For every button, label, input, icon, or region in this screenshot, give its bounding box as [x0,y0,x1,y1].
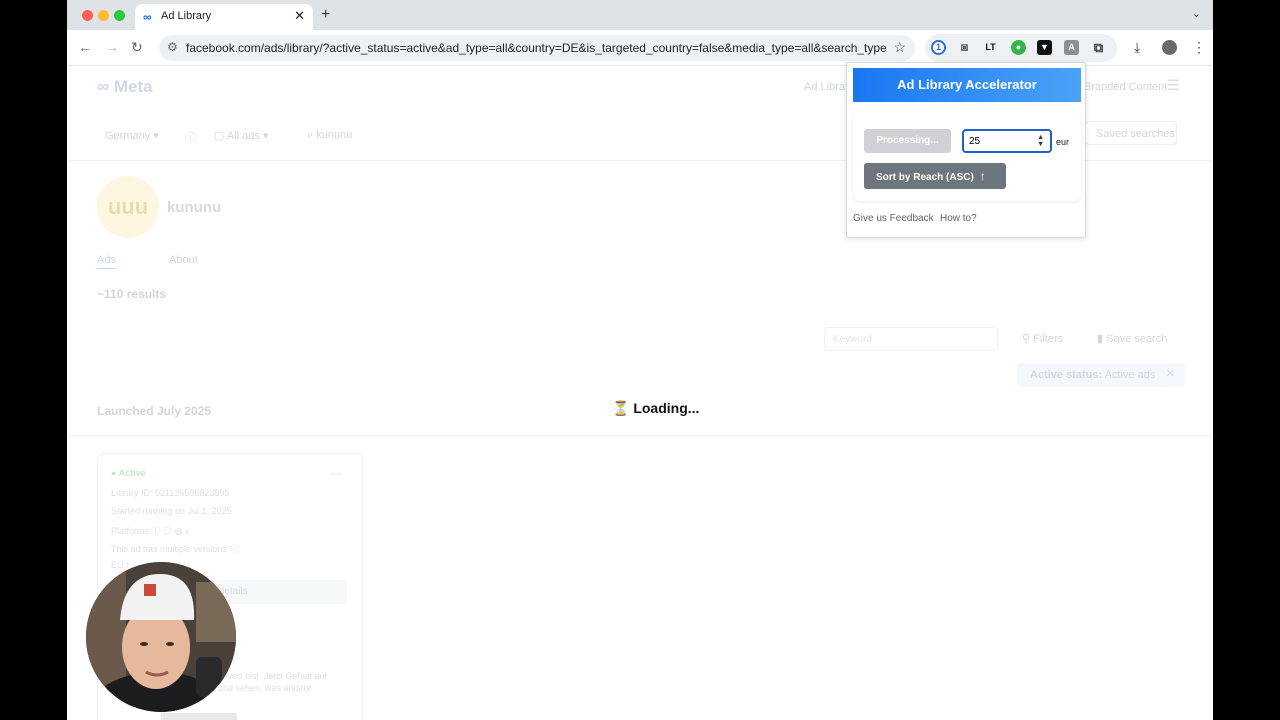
popup-controls: Processing... 25 ▲ ▼ eur Sort by Reach (A… [853,111,1081,201]
reload-button[interactable]: ↻ [131,39,143,56]
search-field[interactable]: ⌕ kununu [307,129,352,142]
webcam-person-image [86,562,236,712]
tab-strip: ∞ Ad Library ✕ + ⌄ [67,0,1213,30]
loading-indicator: ⏳ Loading... [612,400,699,417]
amount-value: 25 [969,136,981,147]
menu-icon[interactable]: ☰ [1167,77,1180,94]
address-bar[interactable]: ⚙ facebook.com/ads/library/?active_statu… [159,35,915,61]
status-badge: ● Active [111,468,146,478]
new-tab-button[interactable]: + [321,6,330,24]
bookmark-star-icon[interactable]: ☆ [893,39,906,56]
meta-logo[interactable]: ∞ Meta [97,77,153,97]
more-options-icon[interactable]: ··· [330,466,342,480]
sort-by-reach-button[interactable]: Sort by Reach (ASC) ↑ [864,163,1006,189]
v-extension-icon[interactable]: ▼ [1037,40,1052,55]
site-settings-icon[interactable]: ⚙ [167,40,178,54]
save-search-button[interactable]: ▮ Save search [1097,332,1167,345]
multiple-versions: This ad has multiple versions ⓘ [111,544,239,554]
tab-ads[interactable]: Ads [97,254,116,269]
loading-text: Loading... [633,400,700,416]
amount-input[interactable]: 25 ▲ ▼ [962,129,1052,153]
advertiser-name: kununu [167,199,222,216]
started-running: Started running on Jul 1, 2025 [111,506,232,516]
maximize-window-button[interactable] [114,10,125,21]
filters-label: Filters [1033,333,1064,345]
tab-search-icon[interactable]: ⌄ [1192,7,1201,20]
minimize-window-button[interactable] [98,10,109,21]
search-icon: ⌕ [307,129,314,141]
active-status-chip[interactable]: Active status: Active ads ✕ [1017,363,1185,387]
country-filter-label: Germany [105,130,151,142]
browser-menu-icon[interactable]: ⋮ [1192,39,1206,56]
keyword-input[interactable]: Keyword [824,327,998,351]
tab-about[interactable]: About [169,254,198,266]
search-query: kununu [316,129,353,141]
ad-library-accelerator-icon[interactable]: A [1064,40,1079,55]
library-id: Library ID: 921136596823895 [111,488,230,498]
download-icon[interactable]: ⤓ [1134,39,1140,56]
active-status-value: Active ads [1104,369,1156,381]
currency-label: eur [1056,137,1070,147]
results-count: ~110 results [97,287,167,301]
country-filter[interactable]: Germany ▾ [105,129,159,142]
processing-button[interactable]: Processing... [864,129,951,153]
how-to-link[interactable]: How to? [940,213,977,224]
hourglass-icon: ⏳ [612,400,630,416]
nav-branded-content[interactable]: Branded Content [1084,81,1167,93]
remove-filter-icon[interactable]: ✕ [1166,367,1175,380]
arrow-up-icon: ↑ [979,169,986,183]
advertiser-logo: uuu [97,176,159,238]
camera-icon[interactable]: ◙ [957,40,972,55]
close-window-button[interactable] [82,10,93,21]
feedback-link[interactable]: Give us Feedback [853,213,934,224]
extensions-group: 1 ◙ LT ● ▼ A ⧉ [925,34,1117,62]
tab-close-icon[interactable]: ✕ [294,8,305,24]
number-stepper-icon[interactable]: ▲ ▼ [1037,134,1044,148]
filters-button[interactable]: ⚲ Filters [1022,332,1063,345]
ad-body-text: n wert bist. Jetzt Gehalt auf und sehen,… [218,671,328,693]
popup-title: Ad Library Accelerator [853,68,1081,102]
password-manager-icon[interactable]: 1 [931,40,946,55]
meta-icon: ∞ [143,10,152,24]
profile-avatar[interactable] [1162,40,1177,55]
info-icon[interactable]: ⓘ [185,129,196,145]
ad-type-filter-label: All ads [226,130,260,142]
browser-window: ∞ Ad Library ✕ + ⌄ ← → ↻ ⚙ facebook.com/… [67,0,1213,720]
active-status-label: Active status: [1030,369,1103,381]
forward-button[interactable]: → [105,39,119,55]
sort-label: Sort by Reach (ASC) [876,172,974,183]
ad-image-placeholder [161,713,237,720]
back-button[interactable]: ← [78,39,92,55]
save-search-label: Save search [1106,333,1168,345]
divider [67,435,1213,436]
saved-searches-button[interactable]: Saved searches [1085,121,1177,145]
ad-type-filter[interactable]: ▢ All ads ▾ [214,129,268,142]
url-text[interactable]: facebook.com/ads/library/?active_status=… [186,41,886,55]
browser-toolbar: ← → ↻ ⚙ facebook.com/ads/library/?active… [67,30,1213,66]
green-extension-icon[interactable]: ● [1011,40,1026,55]
ad-library-accelerator-popup: Ad Library Accelerator Processing... 25 … [846,62,1086,238]
webcam-bubble [86,562,236,712]
extensions-puzzle-icon[interactable]: ⧉ [1091,40,1106,55]
tab-title: Ad Library [161,10,212,22]
lt-extension-icon[interactable]: LT [983,40,998,55]
browser-tab[interactable]: ∞ Ad Library ✕ [135,4,313,30]
launched-heading: Launched July 2025 [97,404,212,418]
eu-transparency: EU t [111,560,129,570]
platforms-row: Platforms ⓕ ◎ ◍ ◐ [111,526,191,536]
